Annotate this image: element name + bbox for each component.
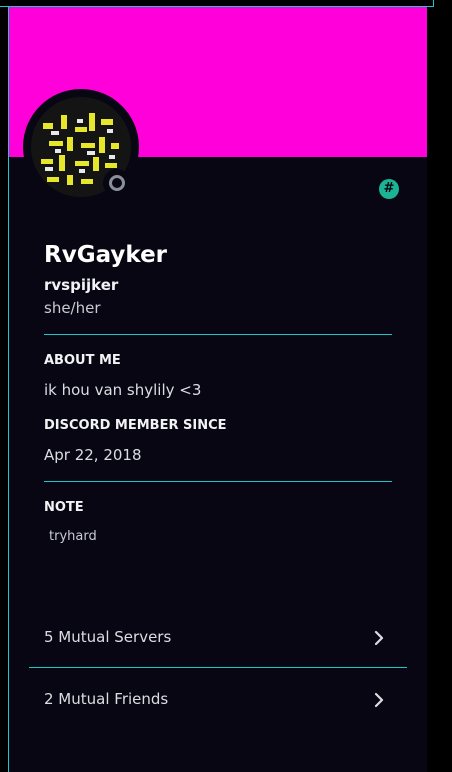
- note-heading: NOTE: [44, 500, 84, 515]
- chevron-right-icon: [374, 692, 384, 708]
- divider: [44, 334, 392, 335]
- divider: [44, 481, 392, 482]
- note-input[interactable]: tryhard: [49, 529, 97, 544]
- status-indicator: [103, 169, 131, 197]
- offline-status-icon: [109, 175, 125, 191]
- user-profile-panel: # RvGayker rvspijker she/her ABOUT ME ik…: [9, 7, 427, 772]
- hash-icon[interactable]: #: [379, 179, 399, 199]
- divider: [29, 667, 407, 668]
- frame-border-right: [433, 0, 434, 7]
- member-since-date: Apr 22, 2018: [44, 446, 142, 464]
- username: rvspijker: [44, 276, 119, 294]
- mutual-friends-label: 2 Mutual Friends: [44, 690, 169, 708]
- member-since-heading: DISCORD MEMBER SINCE: [44, 418, 227, 433]
- about-me-heading: ABOUT ME: [44, 353, 121, 368]
- mutual-servers-label: 5 Mutual Servers: [44, 628, 172, 646]
- avatar-wrapper[interactable]: [23, 89, 139, 205]
- mutual-servers-row[interactable]: 5 Mutual Servers: [29, 608, 407, 668]
- display-name: RvGayker: [44, 242, 168, 268]
- about-me-text: ik hou van shylily <3: [44, 381, 202, 399]
- mutual-friends-row[interactable]: 2 Mutual Friends: [29, 670, 407, 730]
- chevron-right-icon: [374, 630, 384, 646]
- pronouns: she/her: [44, 299, 101, 317]
